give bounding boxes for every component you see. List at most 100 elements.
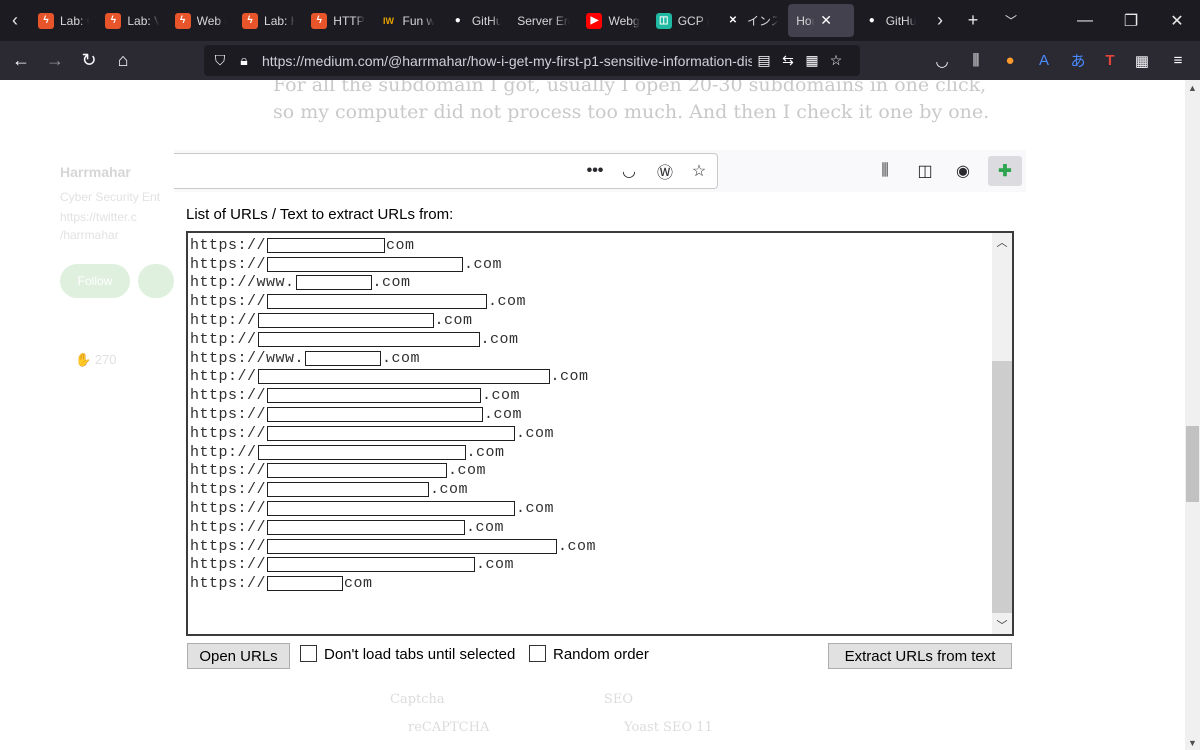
page-scroll-up-icon[interactable]: ▲ — [1185, 80, 1200, 95]
tab-scroll-left-icon[interactable]: ‹ — [0, 0, 30, 41]
tab-8[interactable]: ▶ Webgo — [578, 0, 647, 41]
url-prefix: https:// — [190, 424, 267, 442]
follow-button[interactable]: Follow — [60, 264, 130, 298]
url-prefix: https://www. — [190, 349, 305, 367]
tracking-shield-icon[interactable]: ⛉ — [208, 49, 232, 73]
extension-translate-icon[interactable]: A — [1028, 41, 1060, 80]
url-line: http:// .com — [190, 368, 596, 387]
bookmark-star-icon[interactable]: ☆ — [824, 49, 848, 73]
tab-11[interactable]: Hoι ✕ — [788, 4, 854, 37]
tab-1[interactable]: ϟ Lab: V — [97, 0, 166, 41]
reader-view-icon[interactable]: ▤ — [752, 49, 776, 73]
tab-close-icon[interactable]: ✕ — [820, 12, 832, 29]
tab-9[interactable]: ◫ GCP ( — [648, 0, 717, 41]
url-prefix: https:// — [190, 387, 267, 405]
tab-5[interactable]: IW Fun w — [373, 0, 442, 41]
redacted-domain — [267, 407, 484, 423]
url-suffix: com — [386, 236, 415, 254]
restore-icon[interactable]: ❐ — [1108, 0, 1154, 41]
tab-4[interactable]: ϟ HTTP/ — [303, 0, 372, 41]
qr-code-icon[interactable]: ▦ — [800, 49, 824, 73]
lock-icon[interactable]: 🔒︎ — [232, 49, 256, 73]
footer-item-yoast: Yoast SEO 11 — [624, 720, 713, 735]
extension-translate2-icon[interactable]: あ — [1062, 41, 1094, 80]
url-suffix: com — [344, 575, 373, 593]
author-name[interactable]: Harrmahar — [60, 164, 131, 180]
extension-grid-icon[interactable]: ▦ — [1126, 41, 1158, 80]
url-line: https:// .com — [190, 405, 596, 424]
page-scroll-thumb[interactable] — [1186, 426, 1199, 502]
youtube-icon: ▶ — [586, 12, 603, 29]
IW-favicon-icon: IW — [380, 12, 397, 29]
tab-list-chevron-icon[interactable]: ﹀ — [991, 0, 1031, 41]
github-icon: ● — [454, 15, 461, 26]
web-page: For all the subdomain I got, usually I o… — [0, 80, 1185, 750]
random-order-checkbox[interactable] — [529, 645, 546, 662]
dont-load-checkbox[interactable] — [300, 645, 317, 662]
close-window-icon[interactable]: ✕ — [1154, 0, 1200, 41]
url-line: http:// .com — [190, 443, 596, 462]
scroll-thumb[interactable] — [992, 361, 1012, 613]
lightning-icon: ϟ — [242, 12, 259, 29]
tab-label: GitHu — [471, 13, 502, 28]
tab-12[interactable]: ● GitHu — [856, 0, 925, 41]
clap-count[interactable]: ✋ 270 — [75, 352, 117, 368]
redacted-domain — [267, 557, 476, 573]
url-suffix: .com — [466, 518, 505, 536]
random-order-label[interactable]: Random order — [553, 646, 649, 663]
extension-t-icon[interactable]: T — [1094, 41, 1126, 80]
redacted-domain — [267, 538, 558, 554]
dont-load-label[interactable]: Don't load tabs until selected — [324, 646, 515, 663]
redacted-domain — [267, 463, 448, 479]
forward-arrow-icon[interactable]: → — [38, 41, 72, 80]
sidebar-icon: ◫ — [917, 163, 933, 180]
minimize-icon[interactable]: — — [1062, 0, 1108, 41]
redacted-domain — [267, 501, 516, 517]
url-textarea[interactable]: https://com https://.com http://www. .com ht… — [186, 231, 1014, 636]
tab-scroll-right-icon[interactable]: › — [925, 0, 955, 41]
page-scroll-down-icon[interactable]: ▼ — [1185, 735, 1200, 750]
address-bar[interactable]: ⛉ 🔒︎ https://medium.com/@harrmahar/how-i… — [204, 45, 860, 76]
menu-hamburger-icon[interactable]: ≡ — [1162, 41, 1194, 80]
back-arrow-icon[interactable]: ← — [4, 41, 38, 80]
url-suffix: .com — [480, 330, 519, 348]
subscribe-button[interactable] — [138, 264, 174, 298]
tab-2[interactable]: ϟ Web c — [167, 0, 234, 41]
article-line-2: so my computer did not process too much.… — [273, 101, 990, 123]
tab-0[interactable]: ϟ Lab: C — [30, 0, 97, 41]
tab-3[interactable]: ϟ Lab: H — [234, 0, 303, 41]
more-dots-icon: ••• — [586, 162, 604, 179]
url-text[interactable]: https://medium.com/@harrmahar/how-i-get-… — [262, 53, 752, 69]
url-line: https:// .com — [190, 462, 596, 481]
extract-urls-button[interactable]: Extract URLs from text — [828, 643, 1012, 669]
scroll-down-icon[interactable]: ﹀ — [992, 616, 1012, 634]
url-suffix: .com — [476, 556, 515, 574]
redacted-domain — [267, 388, 482, 404]
scroll-up-icon[interactable]: ︿ — [992, 233, 1012, 251]
author-link[interactable]: https://twitter.c — [60, 210, 137, 224]
page-scrollbar[interactable]: ▲ ▼ — [1185, 80, 1200, 750]
tab-10[interactable]: ✕ インスタ — [717, 0, 786, 41]
tab-label: Lab: H — [264, 13, 296, 28]
url-prefix: http:// — [190, 312, 257, 330]
open-urls-button[interactable]: Open URLs — [187, 643, 290, 669]
url-suffix: .com — [488, 293, 527, 311]
tab-6[interactable]: ● GitHu — [442, 0, 509, 41]
pocket-icon[interactable]: ◡ — [926, 41, 958, 80]
embedded-screenshot: ••• ◡ Ⓦ ☆ ⫼ ◫ ◉ ✚ List of URLs / Text to… — [174, 150, 1026, 680]
tab-label: Server Erro — [517, 13, 571, 28]
author-link-2[interactable]: /harrmahar — [60, 228, 119, 242]
translate-icon[interactable]: ⇆ — [776, 49, 800, 73]
url-suffix: .com — [558, 537, 597, 555]
home-icon[interactable]: ⌂ — [106, 41, 140, 80]
tab-7[interactable]: Server Erro — [509, 0, 578, 41]
extension-fox-icon[interactable]: ● — [994, 41, 1026, 80]
redacted-domain — [267, 237, 386, 253]
reload-icon[interactable]: ↻ — [72, 41, 106, 80]
url-list: https://com https://.com http://www. .com ht… — [190, 236, 596, 593]
library-icon[interactable]: ⫼ — [960, 41, 992, 80]
new-tab-plus-icon[interactable]: + — [955, 0, 991, 41]
url-line: https:// com — [190, 574, 596, 593]
textarea-scrollbar[interactable]: ︿ ﹀ — [992, 233, 1012, 634]
redacted-domain — [257, 444, 466, 460]
